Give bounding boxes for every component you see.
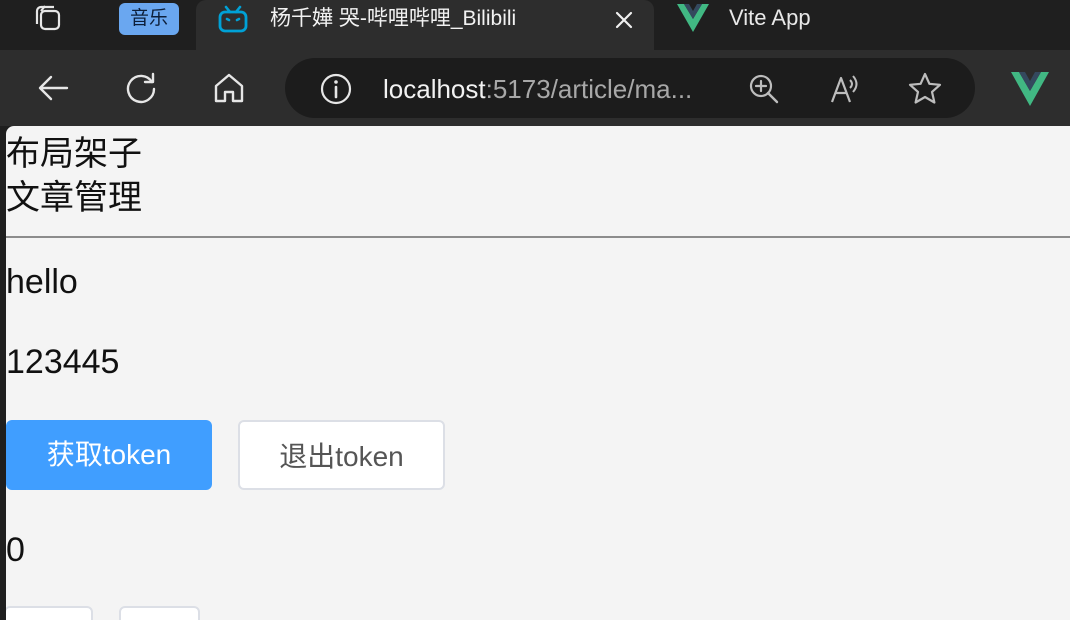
refresh-icon: [126, 72, 156, 104]
bilibili-icon: [218, 5, 248, 33]
vue-devtools-icon[interactable]: [1010, 71, 1050, 107]
url-text[interactable]: localhost:5173/article/ma...: [383, 74, 692, 104]
number-text: 123445: [6, 343, 120, 381]
tab-music[interactable]: 音乐: [113, 0, 185, 38]
divider: [6, 236, 1070, 238]
vue-icon: [677, 4, 709, 32]
url-path: :5173/article/ma...: [485, 74, 693, 104]
counter-value: 0: [6, 531, 25, 569]
home-icon: [214, 73, 244, 103]
layout-title: 布局架子: [6, 135, 142, 173]
browser-toolbar: localhost:5173/article/ma...: [0, 50, 1070, 126]
info-icon[interactable]: [319, 72, 353, 106]
tab-label: Vite App: [729, 5, 811, 30]
tab-strip: 音乐 杨千嬅 哭-哔哩哔哩_Bilibili Vite App: [0, 0, 1070, 50]
workspaces-button[interactable]: [30, 2, 68, 36]
tab-vite-app[interactable]: Vite App: [676, 0, 1070, 38]
logout-token-button[interactable]: 退出token: [238, 420, 445, 490]
home-button[interactable]: [207, 66, 251, 110]
favorite-icon[interactable]: [907, 71, 943, 107]
get-token-button[interactable]: 获取token: [6, 420, 212, 490]
url-host: localhost: [383, 74, 486, 104]
partial-button[interactable]: [119, 606, 200, 620]
workspaces-icon: [35, 5, 61, 31]
zoom-icon[interactable]: [747, 72, 781, 106]
close-icon[interactable]: [612, 8, 636, 32]
partial-button[interactable]: [6, 606, 93, 620]
menu-item-article-manage[interactable]: 文章管理: [6, 178, 142, 218]
greeting-text: hello: [6, 263, 78, 301]
tab-label: 杨千嬅 哭-哔哩哔哩_Bilibili: [270, 7, 517, 30]
address-bar[interactable]: localhost:5173/article/ma...: [285, 58, 975, 118]
tab-bilibili[interactable]: 杨千嬅 哭-哔哩哔哩_Bilibili: [196, 0, 654, 50]
tab-label: 音乐: [118, 3, 179, 35]
back-button[interactable]: [31, 66, 75, 110]
page-viewport: 布局架子 文章管理 hello 123445 获取token 退出token 0: [6, 126, 1070, 620]
read-aloud-icon[interactable]: [828, 72, 862, 106]
back-icon: [38, 75, 69, 101]
refresh-button[interactable]: [119, 66, 163, 110]
